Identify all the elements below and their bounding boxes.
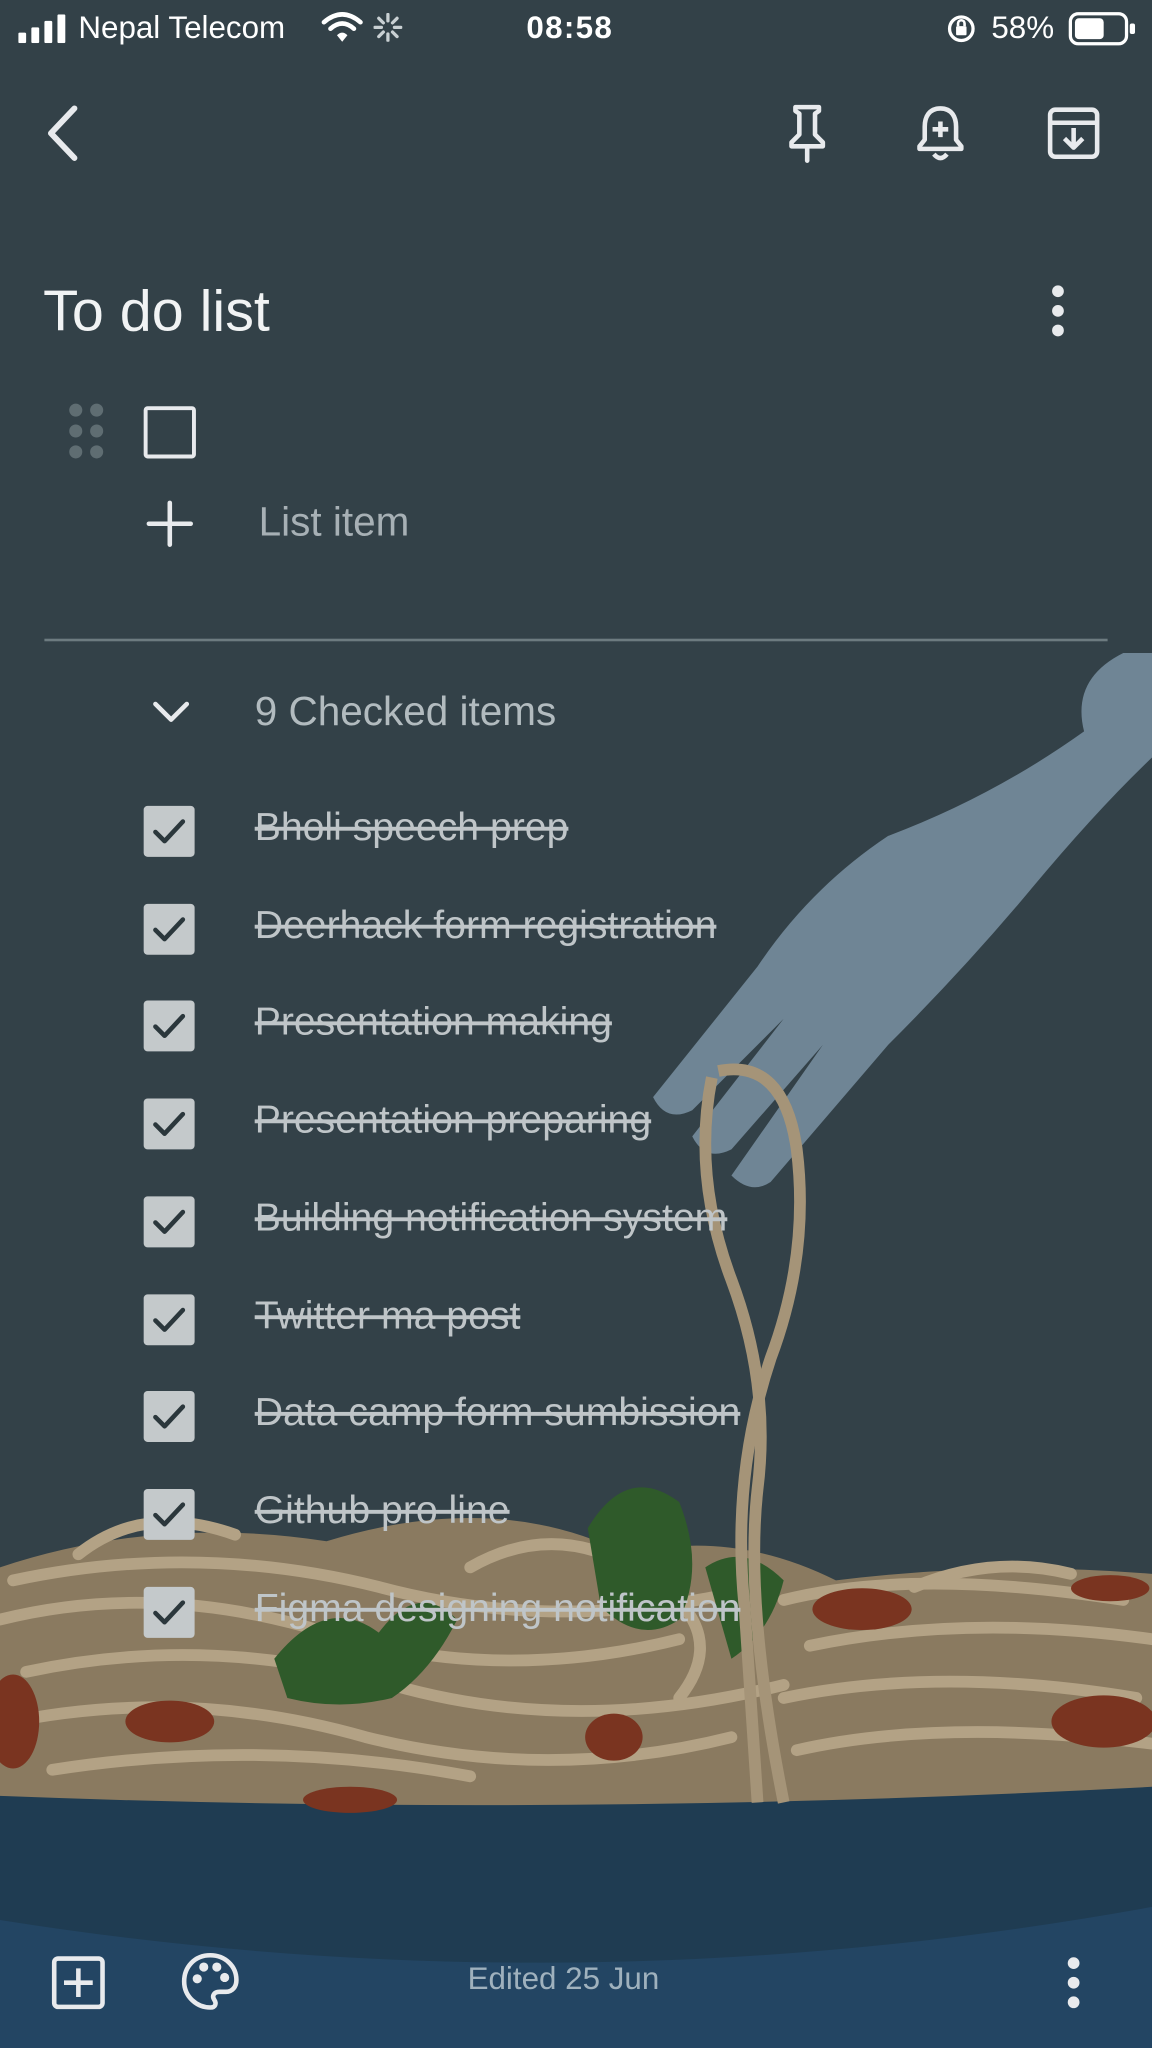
check-icon [153, 916, 186, 941]
checked-checkbox[interactable] [143, 1293, 195, 1345]
checked-list-item[interactable]: Bholi speech prep [143, 805, 1084, 871]
back-arrow-icon [47, 105, 78, 161]
new-list-item-input[interactable]: List item [259, 499, 410, 546]
pin-icon [789, 104, 826, 163]
checked-checkbox[interactable] [143, 805, 195, 857]
checked-checkbox[interactable] [143, 1196, 195, 1248]
checked-checkbox[interactable] [143, 1098, 195, 1150]
reminder-bell-icon [917, 106, 964, 161]
edited-timestamp: Edited 25 Jun [467, 1961, 660, 1998]
status-bar: Nepal Telecom 08:58 58% [0, 0, 1152, 57]
check-icon [153, 1209, 186, 1234]
loading-spinner-icon [373, 13, 403, 42]
check-icon [153, 1307, 186, 1332]
more-vertical-icon [1052, 285, 1064, 337]
checked-list-item[interactable]: Presentation making [143, 1000, 1084, 1066]
check-icon [153, 1111, 186, 1137]
orientation-lock-icon [947, 15, 975, 43]
check-icon [153, 1014, 186, 1039]
battery-percentage: 58% [991, 10, 1055, 46]
pin-button[interactable] [773, 99, 841, 167]
palette-icon[interactable] [180, 1951, 240, 2011]
chevron-down-icon[interactable] [152, 699, 191, 725]
checked-list-item[interactable]: Twitter ma post [143, 1293, 1084, 1359]
checked-list-item[interactable]: Data camp form sumbission [143, 1391, 1084, 1456]
more-vertical-icon[interactable] [1066, 1957, 1082, 2009]
battery-icon [1068, 12, 1136, 46]
checked-list-item[interactable]: Building notification system [143, 1196, 1084, 1261]
add-item-plus-icon[interactable] [146, 500, 193, 547]
checked-checkbox[interactable] [143, 1488, 195, 1540]
empty-item-checkbox[interactable] [143, 406, 196, 459]
carrier-name: Nepal Telecom [78, 10, 286, 46]
check-icon [153, 819, 186, 844]
checked-item-text[interactable]: Bholi speech prep [255, 806, 569, 850]
checked-list-item[interactable]: Github pro line [143, 1488, 1084, 1554]
signal-bars-icon [18, 14, 66, 44]
checked-checkbox[interactable] [143, 1586, 195, 1638]
checked-checkbox[interactable] [143, 1000, 195, 1052]
checked-items-toggle[interactable]: 9 Checked items [255, 688, 557, 735]
drag-handle-icon[interactable] [68, 402, 105, 459]
checked-item-text[interactable]: Presentation making [255, 1001, 612, 1045]
checked-checkbox[interactable] [143, 903, 195, 955]
checked-item-text[interactable]: Figma designing notification [255, 1586, 741, 1630]
checked-item-text[interactable]: Presentation preparing [255, 1099, 651, 1143]
wifi-icon [321, 12, 363, 42]
checked-item-text[interactable]: Data camp form sumbission [255, 1391, 741, 1435]
checked-item-text[interactable]: Deerhack form registration [255, 903, 717, 947]
note-title[interactable]: To do list [43, 280, 270, 345]
checked-items-divider [44, 638, 1108, 642]
check-icon [153, 1599, 186, 1624]
clock: 08:58 [526, 10, 614, 46]
checked-item-text[interactable]: Twitter ma post [255, 1294, 521, 1338]
reminder-button[interactable] [906, 99, 974, 167]
archive-icon [1047, 107, 1100, 160]
note-more-button[interactable] [1024, 277, 1092, 345]
check-icon [153, 1502, 186, 1527]
checked-item-text[interactable]: Github pro line [255, 1489, 510, 1533]
archive-button[interactable] [1040, 99, 1108, 167]
checked-list-item[interactable]: Presentation preparing [143, 1098, 1084, 1164]
checked-list-item[interactable]: Deerhack form registration [143, 903, 1084, 968]
checked-list-item[interactable]: Figma designing notification [143, 1586, 1084, 1651]
check-icon [153, 1404, 186, 1429]
back-button[interactable] [29, 99, 97, 167]
checked-item-text[interactable]: Building notification system [255, 1196, 728, 1240]
add-box-icon[interactable] [51, 1955, 106, 2010]
checked-checkbox[interactable] [143, 1391, 195, 1443]
